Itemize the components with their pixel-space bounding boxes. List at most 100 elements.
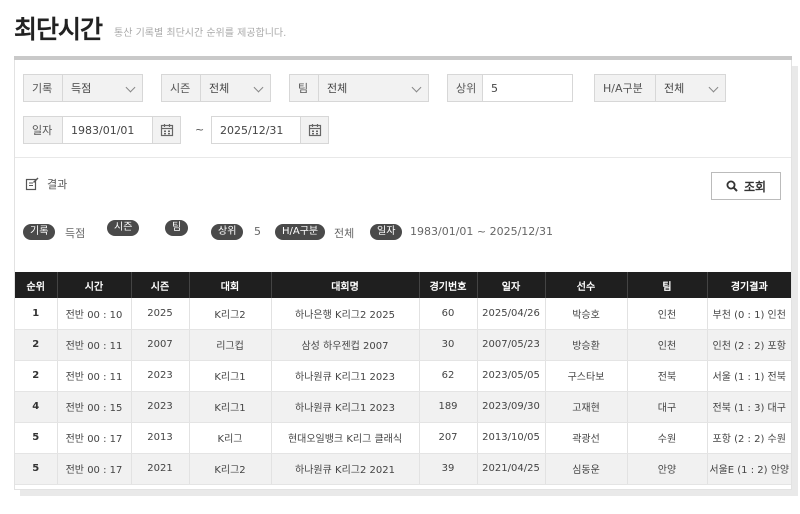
chip-team-label: 팀 <box>165 220 189 236</box>
cell-time: 전반 00 : 11 <box>56 360 131 392</box>
col-header-player: 선수 <box>544 272 627 298</box>
table-row: 4 전반 00 : 15 2023 K리그1 하나원큐 K리그1 2023 18… <box>15 391 791 423</box>
rank-input[interactable]: 5 <box>483 74 573 102</box>
chip-ha-value: 전체 <box>334 227 355 240</box>
rank-input-value: 5 <box>491 81 498 95</box>
col-header-season: 시즌 <box>130 272 189 298</box>
chip-season-label: 시즌 <box>107 220 140 236</box>
table-row: 2 전반 00 : 11 2023 K리그1 하나원큐 K리그1 2023 62… <box>15 360 791 392</box>
cell-match-no: 62 <box>418 360 477 392</box>
cell-competition: K리그2 <box>188 453 271 485</box>
date-range-separator: ~ <box>195 123 205 136</box>
cell-competition-name: 삼성 하우젠컵 2007 <box>270 329 419 361</box>
cell-rank: 1 <box>15 298 57 330</box>
results-table: 순위 시간 시즌 대회 대회명 경기번호 일자 선수 팀 경기결과 1 전반 0… <box>15 272 791 485</box>
cell-result: 부천 (0 : 1) 인천 <box>706 298 791 330</box>
col-header-date: 일자 <box>476 272 545 298</box>
filter-ha: H/A구분 전체 <box>594 74 726 102</box>
cell-result: 전북 (1 : 3) 대구 <box>706 391 791 423</box>
result-title: 결과 <box>47 178 68 191</box>
filter-team: 팀 전체 <box>289 74 429 102</box>
filter-ha-label: H/A구분 <box>594 74 656 102</box>
cell-season: 2025 <box>130 298 189 330</box>
cell-player: 구스타보 <box>544 360 627 392</box>
calendar-icon[interactable] <box>301 116 329 144</box>
cell-rank: 4 <box>15 391 57 423</box>
table-header-row: 순위 시간 시즌 대회 대회명 경기번호 일자 선수 팀 경기결과 <box>15 272 791 298</box>
chevron-down-icon <box>253 82 264 93</box>
cell-date: 2023/05/05 <box>476 360 545 392</box>
cell-competition-name: 하나원큐 K리그1 2023 <box>270 391 419 423</box>
cell-rank: 5 <box>15 453 57 485</box>
cell-time: 전반 00 : 11 <box>56 329 131 361</box>
chip-record-label: 기록 <box>23 224 56 240</box>
chevron-down-icon <box>411 82 422 93</box>
table-row: 5 전반 00 : 17 2013 K리그 현대오일뱅크 K리그 클래식 207… <box>15 422 791 454</box>
season-select-value: 전체 <box>209 82 230 95</box>
filter-date-label: 일자 <box>23 116 63 144</box>
date-to-input[interactable]: 2025/12/31 <box>211 116 301 144</box>
cell-competition: K리그1 <box>188 391 271 423</box>
filter-rank: 상위 5 <box>447 74 573 102</box>
cell-team: 안양 <box>626 453 707 485</box>
filter-rank-label: 상위 <box>447 74 483 102</box>
cell-time: 전반 00 : 15 <box>56 391 131 423</box>
chip-date-label: 일자 <box>370 224 403 240</box>
date-to-value: 2025/12/31 <box>220 123 284 137</box>
cell-season: 2023 <box>130 391 189 423</box>
filter-area: 기록 득점 시즌 전체 팀 전체 상위 5 H/A구분 전체 일자 1983/0… <box>15 60 791 158</box>
applied-filters: 기록 득점 시즌 팀 상위 5 H/A구분 전체 일자 1983/01/01 ~… <box>23 220 783 242</box>
cell-competition-name: 하나원큐 K리그1 2023 <box>270 360 419 392</box>
col-header-competition-name: 대회명 <box>270 272 419 298</box>
search-icon <box>726 180 738 192</box>
page-title: 최단시간 <box>14 15 103 44</box>
cell-match-no: 189 <box>418 391 477 423</box>
col-header-competition: 대회 <box>188 272 271 298</box>
cell-season: 2021 <box>130 453 189 485</box>
search-button[interactable]: 조회 <box>711 172 781 200</box>
team-select-value: 전체 <box>327 82 348 95</box>
chevron-down-icon <box>125 82 136 93</box>
cell-competition: K리그 <box>188 422 271 454</box>
filter-date-to: 2025/12/31 <box>211 116 329 144</box>
cell-match-no: 60 <box>418 298 477 330</box>
cell-match-no: 30 <box>418 329 477 361</box>
chip-record-value: 득점 <box>65 227 86 240</box>
col-header-result: 경기결과 <box>706 272 791 298</box>
season-select[interactable]: 전체 <box>201 74 271 102</box>
filter-season-label: 시즌 <box>161 74 201 102</box>
cell-player: 방승환 <box>544 329 627 361</box>
cell-date: 2013/10/05 <box>476 422 545 454</box>
record-select[interactable]: 득점 <box>63 74 143 102</box>
calendar-icon[interactable] <box>153 116 181 144</box>
cell-date: 2025/04/26 <box>476 298 545 330</box>
content-panel: 기록 득점 시즌 전체 팀 전체 상위 5 H/A구분 전체 일자 1983/0… <box>14 60 792 490</box>
cell-season: 2023 <box>130 360 189 392</box>
filter-season: 시즌 전체 <box>161 74 271 102</box>
cell-time: 전반 00 : 17 <box>56 422 131 454</box>
cell-competition-name: 하나은행 K리그2 2025 <box>270 298 419 330</box>
cell-competition-name: 하나원큐 K리그2 2021 <box>270 453 419 485</box>
chip-date-value: 1983/01/01 ~ 2025/12/31 <box>410 225 554 238</box>
cell-team: 수원 <box>626 422 707 454</box>
cell-date: 2007/05/23 <box>476 329 545 361</box>
filter-team-label: 팀 <box>289 74 319 102</box>
search-button-label: 조회 <box>743 179 767 194</box>
record-select-value: 득점 <box>71 82 92 95</box>
table-row: 5 전반 00 : 17 2021 K리그2 하나원큐 K리그2 2021 39… <box>15 453 791 485</box>
page-description: 통산 기록별 최단시간 순위를 제공합니다. <box>114 27 287 39</box>
col-header-time: 시간 <box>56 272 131 298</box>
chip-rank-value: 5 <box>254 225 261 238</box>
date-from-input[interactable]: 1983/01/01 <box>63 116 153 144</box>
ha-select[interactable]: 전체 <box>656 74 726 102</box>
cell-time: 전반 00 : 17 <box>56 453 131 485</box>
cell-team: 인천 <box>626 298 707 330</box>
filter-record-label: 기록 <box>23 74 63 102</box>
cell-competition: K리그1 <box>188 360 271 392</box>
cell-result: 인천 (2 : 2) 포항 <box>706 329 791 361</box>
cell-team: 인천 <box>626 329 707 361</box>
cell-result: 서울E (1 : 2) 안양 <box>706 453 791 485</box>
team-select[interactable]: 전체 <box>319 74 429 102</box>
cell-player: 곽광선 <box>544 422 627 454</box>
result-heading: 결과 <box>25 176 67 192</box>
